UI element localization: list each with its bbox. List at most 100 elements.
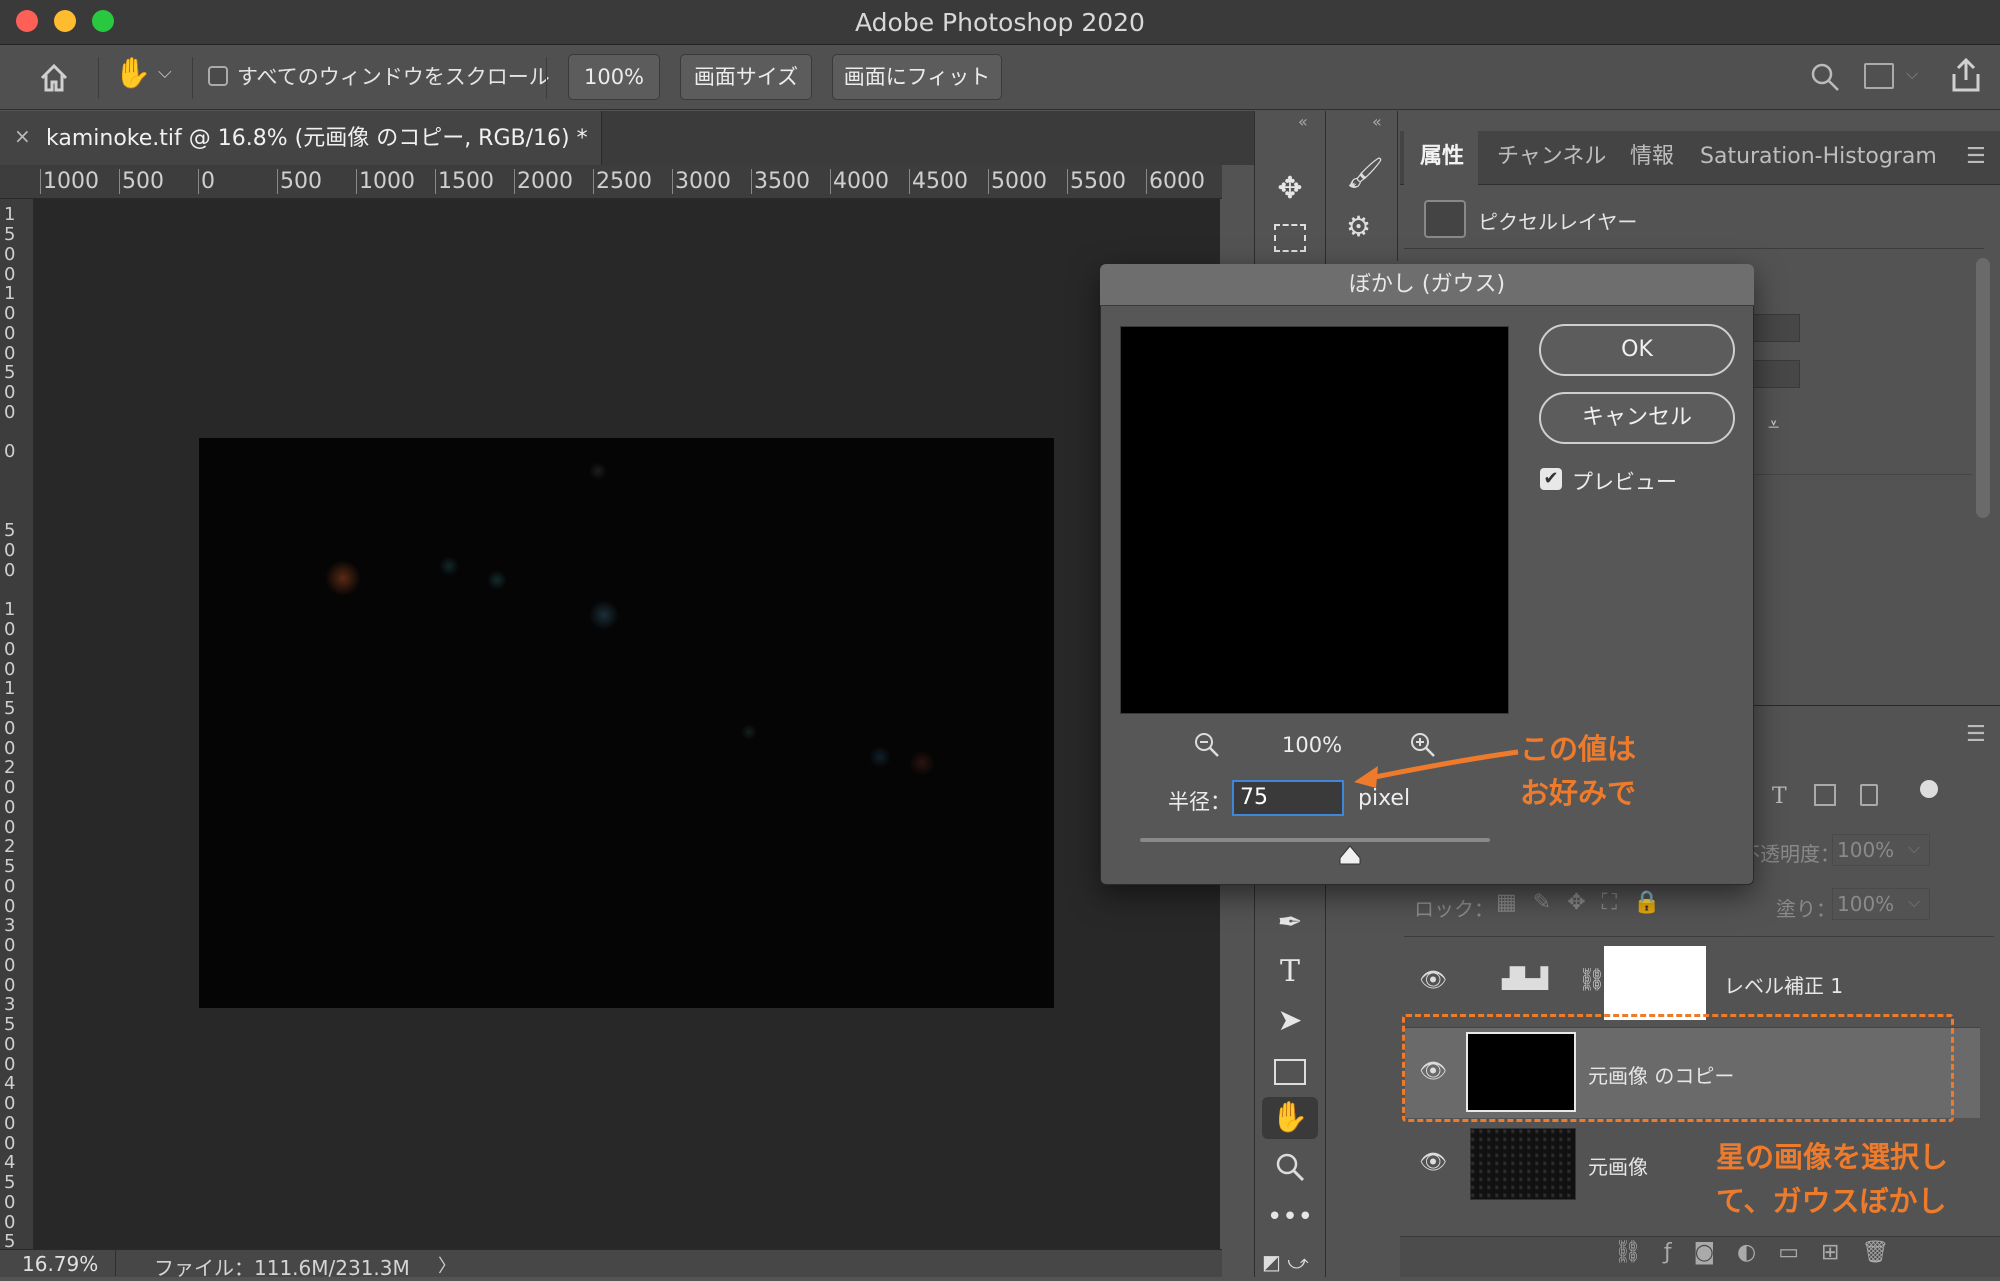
layer-name[interactable]: 元画像: [1588, 1151, 1648, 1180]
link-icon[interactable]: ⛓: [1578, 968, 1606, 993]
rectangle-tool-icon[interactable]: [1262, 1050, 1318, 1092]
tab-bar: [602, 111, 1254, 165]
radius-input[interactable]: 75: [1232, 780, 1344, 816]
close-tab-icon[interactable]: ×: [14, 124, 31, 148]
zoom-tool-icon[interactable]: [1262, 1146, 1318, 1188]
hand-tool-icon[interactable]: ✋: [1262, 1097, 1318, 1139]
lock-icons[interactable]: ▦✎✥⛶🔒: [1496, 890, 1676, 915]
ruler-tick-label: 500: [4, 362, 16, 423]
document-tab-title: kaminoke.tif @ 16.8% (元画像 のコピー, RGB/16) …: [46, 126, 588, 151]
ruler-tick-label: 2500: [4, 836, 16, 917]
divider: [1404, 248, 1984, 249]
workspace-icon[interactable]: [1864, 63, 1894, 89]
layer-mask-thumbnail[interactable]: [1604, 946, 1706, 1020]
divider: [1404, 936, 1994, 937]
highlight-annotation-box: [1402, 1014, 1954, 1122]
ruler-tick-label: 3000: [4, 915, 16, 996]
search-icon[interactable]: [1808, 60, 1842, 94]
levels-adjustment-icon: ▟▙▟: [1502, 966, 1549, 990]
ruler-tick-label: 1500: [4, 678, 16, 759]
divider: [546, 57, 547, 99]
annotation-layer-line2: て、ガウスぼかし: [1716, 1184, 1947, 1218]
more-tools-icon[interactable]: •••: [1262, 1196, 1318, 1238]
annotation-radius-line2: お好みで: [1520, 776, 1637, 810]
ruler-tick-label: 5500: [1067, 169, 1146, 194]
divider: [192, 57, 193, 99]
marquee-tool-icon[interactable]: [1262, 216, 1318, 258]
window-title: Adobe Photoshop 2020: [855, 8, 1145, 37]
ruler-tick-label: 4500: [909, 169, 988, 194]
ruler-tick-label: 500: [119, 169, 198, 194]
adjustments-icon[interactable]: ⚙: [1346, 210, 1371, 243]
zoom-100-button[interactable]: 100%: [568, 54, 660, 100]
path-selection-tool-icon[interactable]: ➤: [1262, 1000, 1318, 1042]
blur-preview[interactable]: [1120, 326, 1509, 714]
status-zoom: 16.79%: [22, 1252, 99, 1276]
brush-settings-icon[interactable]: 🖌: [1346, 156, 1384, 191]
pixel-layer-icon: [1424, 200, 1466, 238]
default-colors-icon[interactable]: ◩ ⤻: [1262, 1250, 1309, 1274]
cancel-button[interactable]: キャンセル: [1539, 392, 1735, 444]
scroll-all-checkbox[interactable]: [208, 66, 228, 86]
ruler-tick-label: 1000: [4, 283, 16, 364]
panel-menu-icon[interactable]: ☰: [1966, 722, 1986, 747]
document-image[interactable]: [199, 438, 1054, 1008]
radius-slider-track[interactable]: [1140, 838, 1490, 842]
type-filter-icon[interactable]: T: [1772, 784, 1787, 809]
zoom-out-icon[interactable]: [1192, 730, 1222, 760]
ruler-tick-label: 4000: [4, 1073, 16, 1154]
layers-footer-icons[interactable]: ⛓ƒ◙◐▭⊞🗑: [1614, 1240, 1911, 1265]
annotation-radius-line1: この値は: [1520, 732, 1637, 766]
chevron-down-icon[interactable]: ⌵: [1908, 892, 1920, 912]
status-menu-arrow[interactable]: 〉: [438, 1252, 456, 1278]
share-icon[interactable]: [1948, 56, 1984, 96]
chevron-down-icon[interactable]: ⌵: [158, 62, 178, 92]
ok-button[interactable]: OK: [1539, 324, 1735, 376]
collapse-dock-icon[interactable]: «: [1372, 112, 1382, 131]
vertical-ruler: 1500 1000 500 0 500 1000 1500 2000 2500 3000 3500 4…: [0, 199, 34, 1249]
ruler-tick-label: 6000: [1146, 169, 1222, 194]
type-tool-icon[interactable]: T: [1262, 951, 1318, 993]
property-field[interactable]: [1752, 360, 1800, 388]
ruler-tick-label: 1500: [435, 169, 514, 194]
home-icon[interactable]: [34, 58, 74, 98]
align-icon[interactable]: ⩡: [1768, 412, 1779, 436]
screen-size-button[interactable]: 画面サイズ: [680, 54, 812, 100]
annotation-arrow: [1350, 742, 1522, 792]
eye-icon[interactable]: 👁: [1418, 966, 1448, 996]
tab-saturation-histogram[interactable]: Saturation-Histogram: [1700, 132, 1937, 182]
blurred-star: [589, 600, 619, 630]
move-tool-icon[interactable]: ✥: [1262, 168, 1318, 210]
tab-info[interactable]: 情報: [1630, 132, 1674, 182]
ruler-tick-label: 3000: [672, 169, 751, 194]
hand-tool-icon[interactable]: ✋: [114, 56, 151, 96]
panel-menu-icon[interactable]: ☰: [1966, 144, 1986, 169]
fit-screen-button[interactable]: 画面にフィット: [832, 54, 1002, 100]
shape-filter-icon[interactable]: [1814, 784, 1836, 806]
pen-tool-icon[interactable]: ✒: [1262, 902, 1318, 944]
ruler-tick-label: 1000: [40, 169, 119, 194]
tab-channels[interactable]: チャンネル: [1497, 132, 1606, 182]
horizontal-ruler: 1000 500 0 500 1000 1500 2000 2500 3000 3500 4000 4…: [0, 165, 1222, 199]
preview-checkbox[interactable]: ✔: [1540, 468, 1562, 490]
fill-label: 塗り：: [1776, 897, 1836, 921]
ruler-tick-label: 5: [4, 1231, 16, 1250]
tab-properties[interactable]: 属性: [1420, 132, 1464, 182]
eye-icon[interactable]: 👁: [1418, 1148, 1448, 1178]
panel-scrollbar[interactable]: [1976, 258, 1990, 518]
ruler-tick-label: 500: [4, 520, 16, 581]
collapse-toolbar-icon[interactable]: «: [1298, 112, 1308, 131]
ruler-tick-label: 4500: [4, 1152, 16, 1233]
smart-object-filter-icon[interactable]: [1860, 784, 1878, 806]
property-field[interactable]: [1752, 314, 1800, 342]
chevron-down-icon[interactable]: ⌵: [1908, 838, 1920, 858]
blurred-star: [589, 462, 607, 480]
layer-thumbnail[interactable]: [1470, 1128, 1576, 1200]
radius-slider-thumb[interactable]: [1338, 844, 1362, 866]
ruler-tick-label: 2500: [593, 169, 672, 194]
chevron-down-icon[interactable]: ⌵: [1906, 64, 1918, 84]
layer-name[interactable]: レベル補正 1: [1724, 970, 1843, 999]
annotation-layer-line1: 星の画像を選択し: [1716, 1140, 1949, 1174]
filter-toggle-icon[interactable]: [1920, 780, 1938, 798]
ruler-tick-label: 3500: [4, 994, 16, 1075]
